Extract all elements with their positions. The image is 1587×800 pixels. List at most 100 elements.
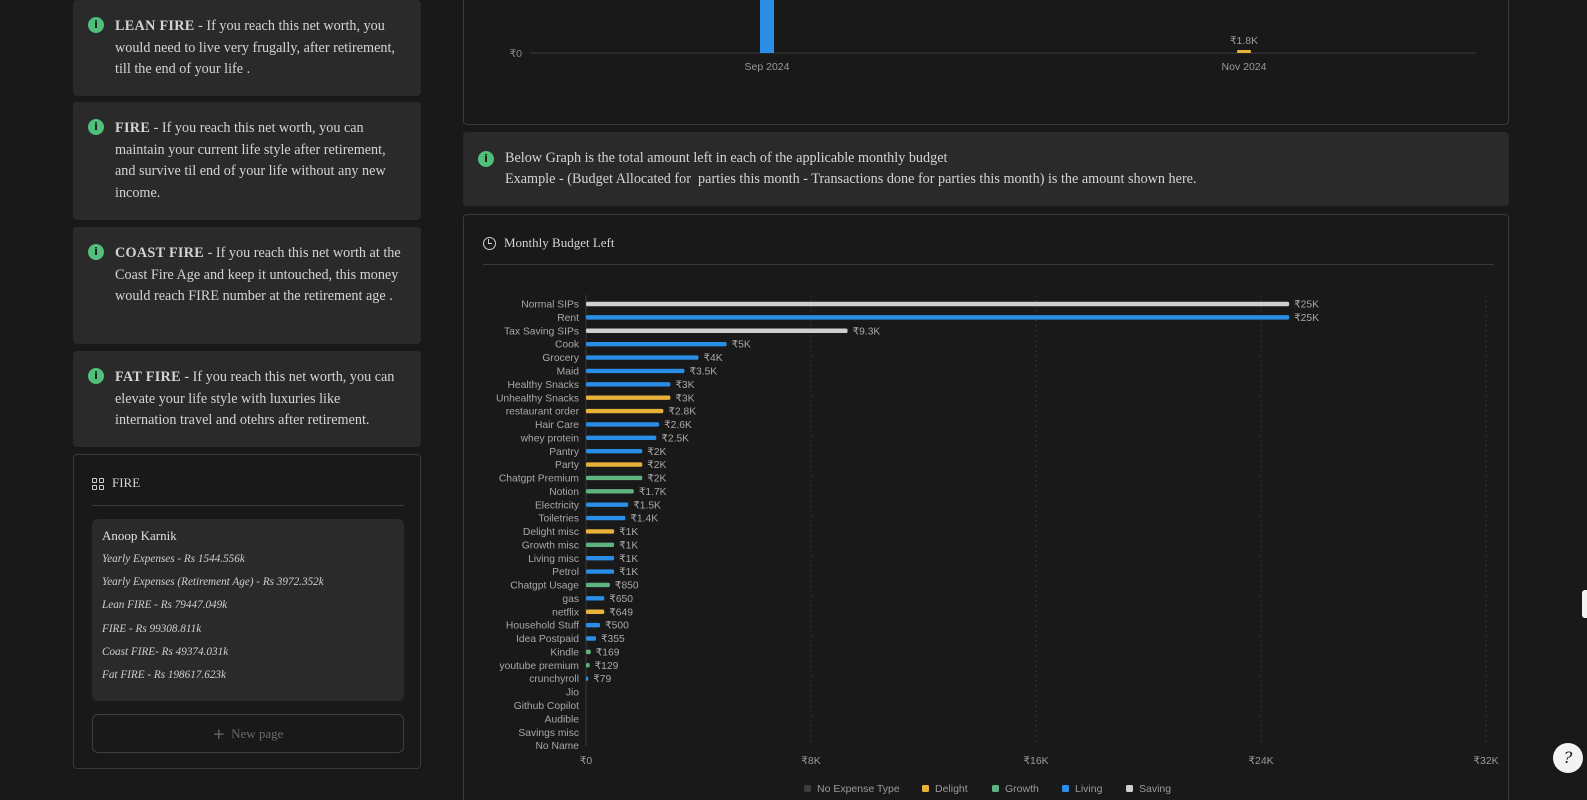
category-label: Chatgpt Usage (510, 581, 579, 592)
budget-bar (586, 582, 610, 588)
plus-icon: + (212, 724, 226, 743)
fat-fire-callout: i FAT FIRE - If you reach this net worth… (73, 351, 421, 447)
bar-value-label: ₹25K (1294, 300, 1319, 311)
bar-value-label: ₹1K (619, 527, 638, 538)
x-tick-label: Sep 2024 (745, 61, 790, 73)
bar-value-label: ₹25K (1294, 313, 1319, 324)
fire-callout: i FIRE - If you reach this net worth, yo… (73, 102, 421, 220)
category-label: restaurant order (506, 407, 580, 418)
budget-bar (586, 663, 590, 668)
budget-bar (586, 328, 848, 333)
card-property: Fat FIRE - Rs 198617.623k (102, 668, 226, 681)
category-label: Maid (557, 367, 580, 378)
category-label: Toiletries (538, 514, 579, 525)
category-label: Tax Saving SIPs (504, 326, 579, 337)
note-line-1: Below Graph is the total amount left in … (505, 150, 948, 166)
budget-bar (586, 408, 664, 414)
category-label: Notion (549, 487, 579, 498)
card-property: Yearly Expenses - Rs 1544.556k (102, 553, 245, 565)
category-label: Kindle (550, 647, 579, 658)
bar-value-label: ₹649 (609, 607, 633, 618)
callout-title: FAT FIRE (115, 369, 181, 385)
category-label: Github Copilot (514, 701, 579, 712)
info-icon: i (88, 244, 104, 260)
info-icon: i (478, 151, 494, 167)
category-label: Living misc (528, 554, 579, 565)
category-label: Delight misc (523, 527, 579, 538)
budget-bar (586, 448, 643, 454)
budget-bar (586, 315, 1290, 320)
x-tick-label: Nov 2024 (1222, 61, 1267, 73)
category-label: Growth misc (522, 540, 579, 551)
side-peek-tab[interactable] (1582, 590, 1587, 618)
fire-database-title[interactable]: FIRE (112, 475, 140, 491)
monthly-budget-left-panel: Monthly Budget Left ₹0 ₹8K ₹16K ₹24K ₹32K Nor… (463, 214, 1509, 800)
bar-value-label: ₹2.6K (664, 420, 692, 431)
category-label: netflix (552, 607, 580, 618)
category-label: Pantry (549, 447, 580, 458)
bar-value-label: ₹1K (619, 540, 638, 551)
budget-bar (586, 382, 671, 387)
bar-value-label: ₹2K (647, 447, 666, 458)
card-name: Anoop Karnik (102, 528, 177, 543)
legend-swatch (1126, 785, 1133, 792)
category-label: Audible (545, 714, 580, 725)
x-tick-label: ₹0 (580, 755, 593, 767)
bar-value-label: ₹4K (704, 353, 723, 364)
x-tick-label: ₹8K (801, 755, 821, 767)
legend-label: Saving (1139, 783, 1171, 795)
category-label: Rent (557, 313, 579, 324)
callout-text: FAT FIRE - If you reach this net worth, … (115, 367, 405, 432)
fire-database-header[interactable]: FIRE (92, 475, 404, 506)
budget-bar (586, 301, 1290, 307)
bar-value-label: ₹355 (601, 634, 625, 645)
category-label: crunchyroll (529, 674, 579, 685)
budget-bar (586, 475, 643, 481)
fire-gallery-card[interactable]: Anoop Karnik Yearly Expenses - Rs 1544.5… (92, 519, 404, 701)
bar-value-label: ₹500 (605, 621, 629, 632)
bar-value-label: ₹1K (619, 554, 638, 565)
bar-value-label: ₹1.5K (633, 500, 661, 511)
budget-bar (586, 636, 596, 641)
budget-bar (586, 622, 601, 628)
budget-bar (586, 596, 605, 601)
x-tick-label: ₹24K (1248, 755, 1273, 767)
budget-bar (586, 529, 615, 534)
budget-chart-svg: ₹0 ₹8K ₹16K ₹24K ₹32K Normal SIPs ₹25K Rent ₹25K… (496, 295, 1499, 795)
lean-fire-callout: i LEAN FIRE - If you reach this net wort… (73, 0, 421, 96)
bar-sep-2024 (760, 0, 774, 53)
category-label: Savings misc (518, 728, 579, 739)
bar-nov-2024 (1237, 50, 1251, 53)
bar-value-label: ₹1K (619, 567, 638, 578)
y-tick-label: ₹4K (502, 0, 522, 1)
callout-text: LEAN FIRE - If you reach this net worth,… (115, 16, 405, 81)
bar-value-label: ₹79 (593, 674, 611, 685)
callout-text: COAST FIRE - If you reach this net worth… (115, 243, 405, 308)
category-label: Household Stuff (506, 621, 579, 632)
legend-label: Delight (935, 783, 968, 795)
budget-bar (586, 341, 727, 347)
help-button[interactable]: ? (1553, 743, 1583, 773)
budget-bar (586, 556, 615, 561)
bar-value-label: ₹1.8K (1230, 35, 1258, 47)
category-label: Cook (555, 340, 580, 351)
new-page-button[interactable]: + New page (92, 714, 404, 753)
coast-fire-callout: i COAST FIRE - If you reach this net wor… (73, 227, 421, 344)
category-label: youtube premium (499, 661, 579, 672)
card-property: FIRE - Rs 99308.811k (102, 622, 202, 635)
monthly-chart-partial: ₹4K ₹0 Sep 2024 Nov 2024 ₹1.8K (463, 0, 1509, 125)
category-label: Healthy Snacks (507, 380, 579, 391)
note-line-2: Example - (Budget Allocated for parties … (505, 170, 1197, 187)
bar-value-label: ₹169 (596, 647, 620, 658)
budget-bar (586, 395, 671, 400)
budget-bar (586, 435, 657, 440)
info-icon: i (88, 368, 104, 384)
bar-value-label: ₹2.8K (668, 407, 696, 418)
bar-value-label: ₹3K (675, 380, 694, 391)
bar-value-label: ₹129 (595, 661, 619, 672)
card-property: Yearly Expenses (Retirement Age) - Rs 39… (102, 576, 324, 589)
budget-bar (586, 462, 643, 467)
callout-body: - If you reach this net worth, you can m… (115, 120, 386, 201)
budget-bar (586, 502, 629, 507)
callout-title: FIRE (115, 120, 151, 136)
